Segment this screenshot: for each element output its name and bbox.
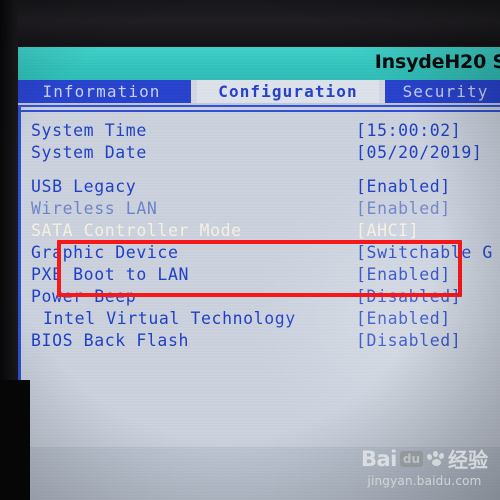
setting-row-wireless-lan[interactable]: Wireless LAN [Enabled]: [31, 197, 500, 219]
setting-value: [Enabled]: [356, 198, 451, 218]
setting-label: System Date: [31, 142, 147, 162]
setting-label: Wireless LAN: [31, 198, 158, 218]
setting-value: [15:00:02]: [356, 120, 462, 140]
setting-value: [Enabled]: [356, 176, 451, 196]
setting-value: [05/20/2019]: [356, 142, 483, 162]
watermark-chinese-text: 经验: [448, 448, 488, 472]
settings-list: System Time [15:00:02] System Date [05/2…: [31, 119, 500, 351]
tab-configuration[interactable]: Configuration: [197, 80, 379, 103]
laptop-bezel-top: [0, 0, 500, 47]
setting-value: [Disabled]: [356, 330, 462, 350]
setting-row-system-date[interactable]: System Date [05/20/2019]: [31, 141, 500, 163]
setting-row-system-time[interactable]: System Time [15:00:02]: [31, 119, 500, 141]
setting-row-bios-back-flash[interactable]: BIOS Back Flash [Disabled]: [31, 329, 500, 351]
setting-row-sata-controller-mode[interactable]: SATA Controller Mode [AHCI]: [31, 219, 500, 241]
baidu-jingyan-watermark: Bai du 经验 jingyan.baidu.com: [361, 444, 488, 489]
laptop-bezel-left-lower: [0, 380, 30, 500]
setting-row-intel-virtual-technology[interactable]: Intel Virtual Technology [Enabled]: [31, 307, 500, 329]
tab-security-label: Security: [402, 82, 489, 101]
bios-tab-bar: Information Configuration Security: [6, 80, 500, 103]
setting-value: [Enabled]: [356, 308, 451, 328]
row-spacer: [31, 163, 500, 175]
tab-information-label: Information: [42, 82, 161, 101]
red-highlight-box: [57, 240, 462, 297]
photographed-laptop-screen: InsydeH20 S Information Configuration Se…: [0, 0, 500, 500]
setting-label: System Time: [31, 120, 147, 140]
setting-label: Intel Virtual Technology: [43, 308, 296, 328]
setting-label: USB Legacy: [31, 176, 137, 196]
bios-title-band: InsydeH20 S: [6, 47, 500, 81]
watermark-brand-row: Bai du 经验: [361, 444, 488, 473]
bios-vendor-title: InsydeH20 S: [374, 51, 500, 73]
setting-value: [AHCI]: [356, 220, 420, 240]
watermark-du-badge: du: [399, 450, 423, 467]
panel-border-line: [21, 110, 500, 112]
setting-row-usb-legacy[interactable]: USB Legacy [Enabled]: [31, 175, 500, 197]
setting-label: SATA Controller Mode: [31, 220, 242, 240]
watermark-bai-text: Bai: [360, 446, 397, 471]
setting-label: BIOS Back Flash: [31, 330, 190, 350]
paw-print-icon: [426, 450, 448, 467]
watermark-url: jingyan.baidu.com: [367, 474, 482, 488]
tab-configuration-label: Configuration: [218, 82, 358, 101]
tab-security[interactable]: Security: [385, 80, 500, 103]
tab-information[interactable]: Information: [12, 80, 191, 103]
